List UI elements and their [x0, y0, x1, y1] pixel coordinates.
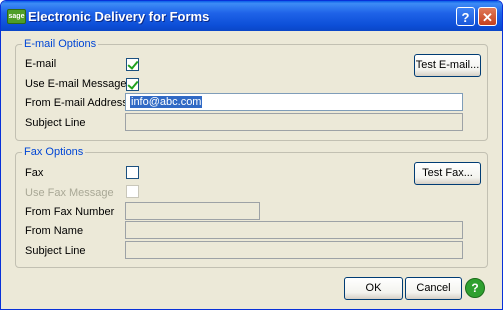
- test-fax-button[interactable]: Test Fax...: [414, 162, 481, 185]
- use-email-message-checkbox[interactable]: [126, 78, 139, 91]
- email-subject-line-label: Subject Line: [25, 117, 86, 129]
- sage-logo-icon: sage: [7, 9, 26, 24]
- close-button[interactable]: ✕: [478, 7, 497, 26]
- from-fax-number-label: From Fax Number: [25, 206, 115, 218]
- from-email-address-label: From E-mail Address: [25, 97, 128, 109]
- ok-button[interactable]: OK: [344, 277, 403, 300]
- cancel-button[interactable]: Cancel: [405, 277, 462, 300]
- title-bar[interactable]: sage Electronic Delivery for Forms ? ✕: [1, 1, 502, 31]
- use-email-message-label: Use E-mail Message: [25, 78, 127, 90]
- email-subject-line-input[interactable]: [125, 113, 463, 131]
- help-icon[interactable]: ?: [465, 278, 485, 298]
- email-options-legend: E-mail Options: [22, 38, 99, 50]
- use-fax-message-checkbox[interactable]: [126, 185, 139, 198]
- test-email-button[interactable]: Test E-mail...: [414, 54, 481, 77]
- fax-options-legend: Fax Options: [22, 146, 86, 158]
- help-title-button[interactable]: ?: [456, 7, 475, 26]
- from-email-address-value: info@abc.com: [130, 96, 203, 108]
- from-email-address-input[interactable]: info@abc.com: [125, 93, 463, 111]
- email-checkbox[interactable]: [126, 58, 139, 71]
- fax-subject-line-label: Subject Line: [25, 245, 86, 257]
- dialog-window: sage Electronic Delivery for Forms ? ✕ E…: [0, 0, 503, 310]
- from-name-label: From Name: [25, 225, 84, 237]
- fax-subject-line-input[interactable]: [125, 241, 463, 259]
- from-fax-number-input[interactable]: [125, 202, 260, 220]
- window-title: Electronic Delivery for Forms: [28, 9, 210, 24]
- email-label: E-mail: [25, 58, 57, 70]
- use-fax-message-label: Use Fax Message: [25, 187, 114, 199]
- fax-checkbox[interactable]: [126, 166, 139, 179]
- from-name-input[interactable]: [125, 221, 463, 239]
- fax-label: Fax: [25, 167, 44, 179]
